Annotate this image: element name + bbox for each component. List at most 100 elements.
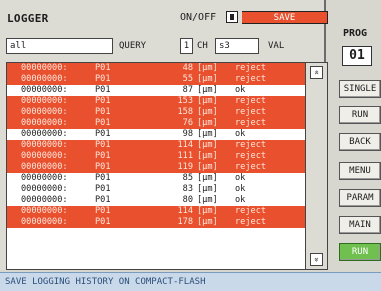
log-row[interactable]: 00000000: P01 114 [µm] reject [7, 206, 305, 217]
log-row-id: 00000000: [21, 74, 68, 84]
log-row-id: 00000000: [21, 85, 68, 95]
log-row-status: reject [235, 118, 267, 128]
log-row-value: 178 [177, 217, 193, 227]
log-scrollbar[interactable]: » » [305, 63, 327, 269]
param-button[interactable]: PARAM [339, 189, 381, 207]
log-row-value: 119 [177, 162, 193, 172]
log-row-unit: [µm] [197, 173, 218, 183]
log-row-channel: P01 [95, 96, 111, 106]
log-row[interactable]: 00000000: P01 111 [µm] reject [7, 151, 305, 162]
log-row-channel: P01 [95, 173, 111, 183]
channel-select-input[interactable]: s3 [215, 38, 259, 54]
log-row-unit: [µm] [197, 151, 218, 161]
log-rows: 00000000: P01 48 [µm] reject 00000000: P01 55 [µ… [7, 63, 305, 228]
log-row-status: reject [235, 63, 267, 73]
log-row-unit: [µm] [197, 217, 218, 227]
log-row-unit: [µm] [197, 107, 218, 117]
single-button[interactable]: SINGLE [339, 80, 381, 98]
log-row-id: 00000000: [21, 162, 68, 172]
log-row[interactable]: 00000000: P01 87 [µm] ok [7, 85, 305, 96]
log-row[interactable]: 00000000: P01 76 [µm] reject [7, 118, 305, 129]
log-row-value: 87 [182, 85, 193, 95]
log-row-unit: [µm] [197, 162, 218, 172]
main-button[interactable]: MAIN [339, 216, 381, 234]
prog-value[interactable]: 01 [342, 46, 372, 66]
scroll-up-icon[interactable]: » [310, 66, 323, 79]
log-row-value: 158 [177, 107, 193, 117]
log-row[interactable]: 00000000: P01 85 [µm] ok [7, 173, 305, 184]
log-row[interactable]: 00000000: P01 158 [µm] reject [7, 107, 305, 118]
log-row[interactable]: 00000000: P01 48 [µm] reject [7, 63, 305, 74]
log-row-unit: [µm] [197, 96, 218, 106]
channel-count-input[interactable]: 1 [180, 38, 193, 54]
log-row[interactable]: 00000000: P01 119 [µm] reject [7, 162, 305, 173]
log-row-status: reject [235, 107, 267, 117]
menu-button[interactable]: MENU [339, 162, 381, 180]
run-active-button[interactable]: RUN [339, 243, 381, 261]
log-row-unit: [µm] [197, 129, 218, 139]
log-row-channel: P01 [95, 129, 111, 139]
log-row[interactable]: 00000000: P01 83 [µm] ok [7, 184, 305, 195]
log-row-unit: [µm] [197, 140, 218, 150]
log-row-unit: [µm] [197, 118, 218, 128]
log-row[interactable]: 00000000: P01 98 [µm] ok [7, 129, 305, 140]
log-row-channel: P01 [95, 140, 111, 150]
log-row-channel: P01 [95, 74, 111, 84]
status-bar: SAVE LOGGING HISTORY ON COMPACT-FLASH [0, 272, 381, 291]
log-row-value: 55 [182, 74, 193, 84]
log-row-id: 00000000: [21, 107, 68, 117]
log-row-value: 76 [182, 118, 193, 128]
log-row-status: reject [235, 206, 267, 216]
log-row-id: 00000000: [21, 118, 68, 128]
log-row-id: 00000000: [21, 173, 68, 183]
log-row-id: 00000000: [21, 151, 68, 161]
log-row[interactable]: 00000000: P01 153 [µm] reject [7, 96, 305, 107]
back-button[interactable]: BACK [339, 133, 381, 151]
log-row-status: ok [235, 184, 246, 194]
log-row[interactable]: 00000000: P01 114 [µm] reject [7, 140, 305, 151]
log-row-value: 48 [182, 63, 193, 73]
log-row-status: ok [235, 195, 246, 205]
logger-panel: LOGGER ON/OFF SAVE all QUERY 1 CH s3 VAL… [0, 0, 328, 270]
log-row-status: reject [235, 140, 267, 150]
log-row-channel: P01 [95, 217, 111, 227]
query-label: QUERY [119, 41, 147, 51]
log-row-channel: P01 [95, 151, 111, 161]
log-row[interactable]: 00000000: P01 80 [µm] ok [7, 195, 305, 206]
log-row-value: 83 [182, 184, 193, 194]
log-row-channel: P01 [95, 118, 111, 128]
log-row-status: ok [235, 173, 246, 183]
log-row[interactable]: 00000000: P01 178 [µm] reject [7, 217, 305, 228]
save-button[interactable]: SAVE [242, 11, 328, 24]
val-label: VAL [268, 41, 285, 51]
log-row-value: 114 [177, 206, 193, 216]
log-row-value: 111 [177, 151, 193, 161]
scroll-down-icon[interactable]: » [310, 253, 323, 266]
log-row-status: ok [235, 85, 246, 95]
log-row-channel: P01 [95, 162, 111, 172]
log-row-status: reject [235, 217, 267, 227]
log-row-status: reject [235, 74, 267, 84]
log-row-unit: [µm] [197, 184, 218, 194]
log-row-id: 00000000: [21, 206, 68, 216]
log-row-id: 00000000: [21, 63, 68, 73]
log-row-status: reject [235, 151, 267, 161]
log-row-id: 00000000: [21, 140, 68, 150]
log-row-value: 153 [177, 96, 193, 106]
onoff-label: ON/OFF [180, 12, 217, 23]
ch-label: CH [197, 41, 208, 51]
log-row-value: 80 [182, 195, 193, 205]
log-list: 00000000: P01 48 [µm] reject 00000000: P01 55 [µ… [6, 62, 328, 270]
log-row-channel: P01 [95, 206, 111, 216]
onoff-toggle[interactable] [226, 11, 238, 23]
log-row-channel: P01 [95, 184, 111, 194]
log-row-id: 00000000: [21, 184, 68, 194]
log-row-unit: [µm] [197, 206, 218, 216]
query-input[interactable]: all [6, 38, 113, 54]
log-row-channel: P01 [95, 63, 111, 73]
log-row-unit: [µm] [197, 74, 218, 84]
log-row-value: 98 [182, 129, 193, 139]
run-button[interactable]: RUN [339, 106, 381, 124]
log-row[interactable]: 00000000: P01 55 [µm] reject [7, 74, 305, 85]
log-row-status: ok [235, 129, 246, 139]
